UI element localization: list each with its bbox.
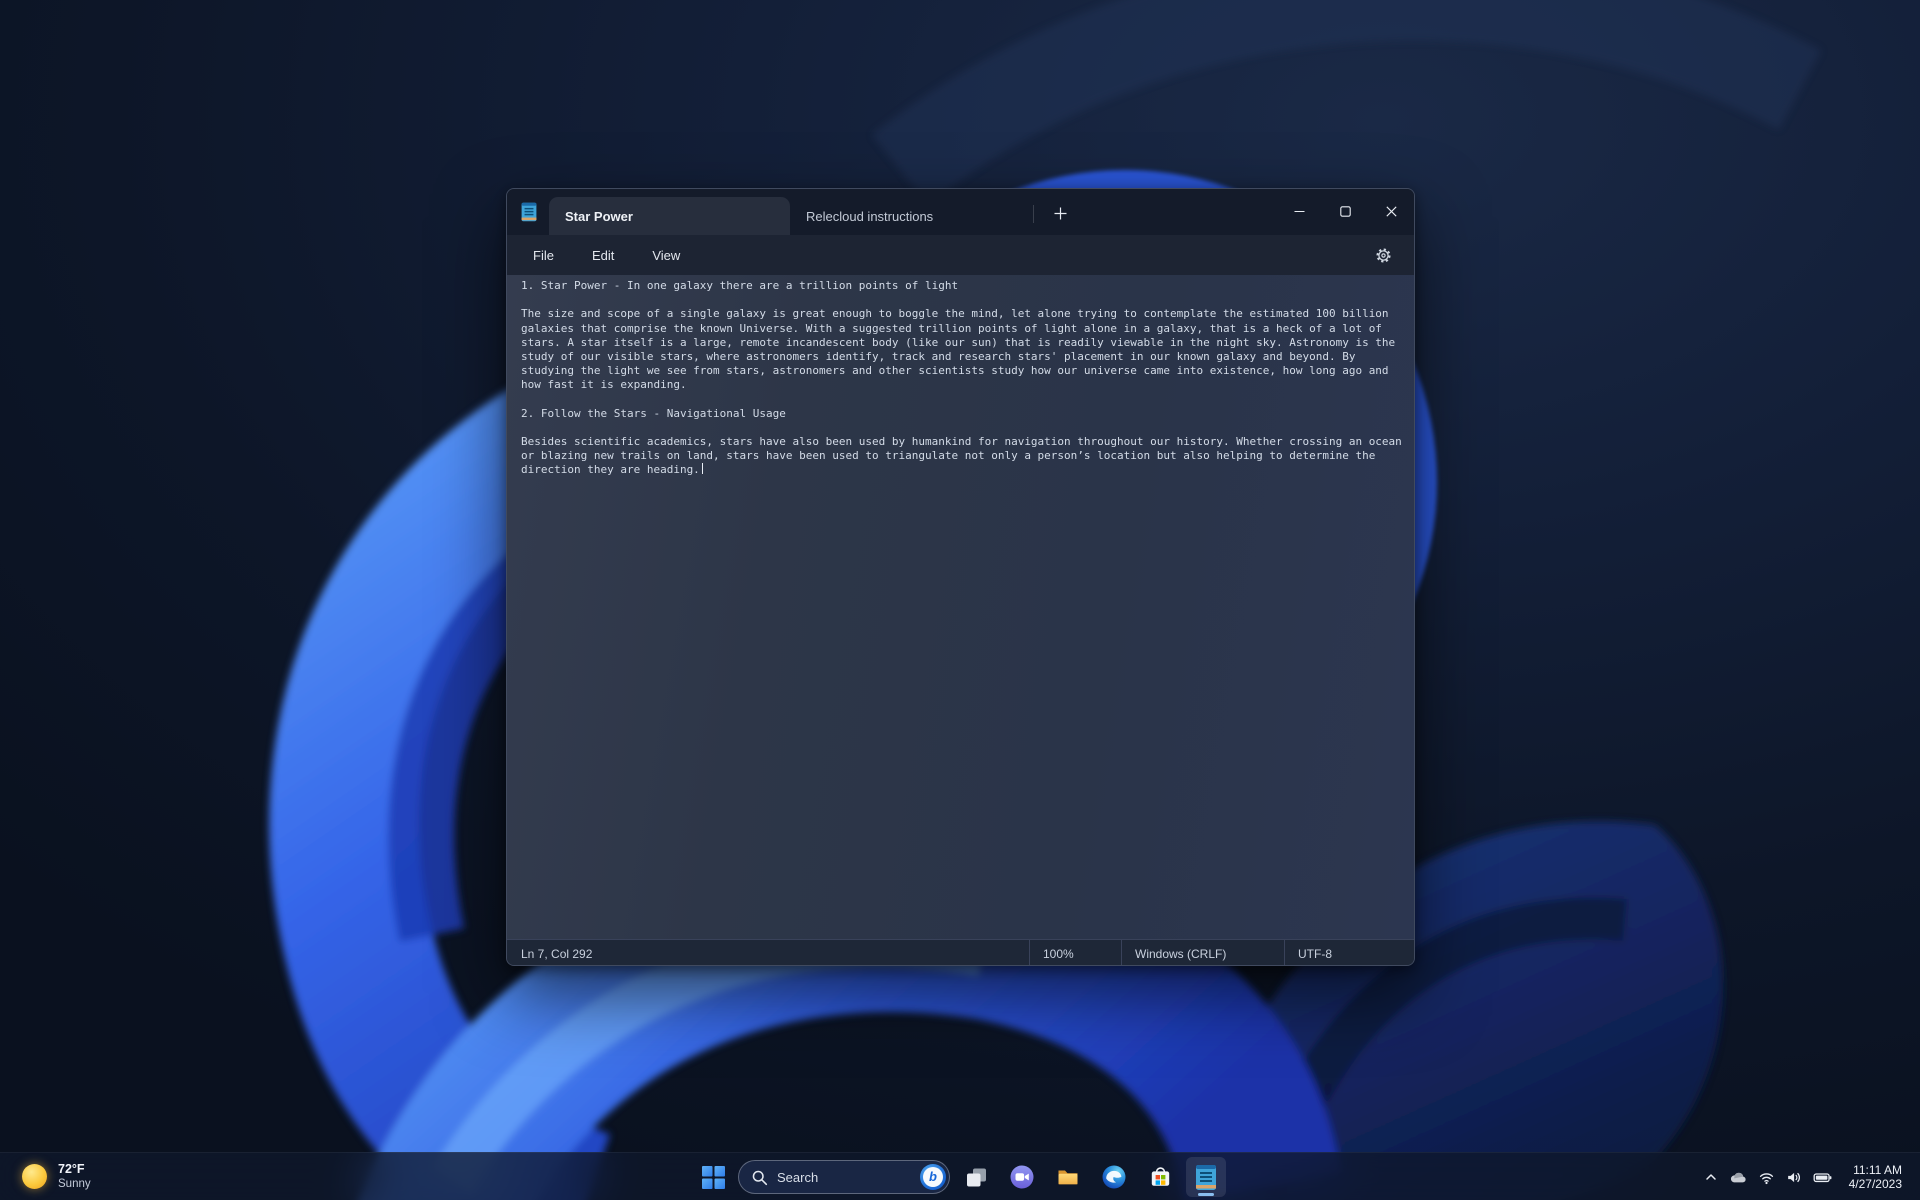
search-icon xyxy=(752,1170,768,1185)
menu-file[interactable]: File xyxy=(521,243,566,268)
onedrive-button[interactable] xyxy=(1725,1157,1753,1197)
battery-icon xyxy=(1813,1172,1832,1182)
editor-line: stars. A star itself is a large, remote … xyxy=(521,335,1396,349)
windows-start-icon xyxy=(701,1165,725,1189)
maximize-icon xyxy=(1339,205,1351,217)
edge-icon xyxy=(1102,1165,1126,1189)
editor-line: studying the light we see from stars, as… xyxy=(521,364,1389,378)
chevron-up-icon xyxy=(1705,1174,1716,1180)
tab-star-power[interactable]: Star Power xyxy=(549,197,790,235)
battery-button[interactable] xyxy=(1809,1157,1837,1197)
search-placeholder: Search xyxy=(777,1169,819,1185)
weather-condition: Sunny xyxy=(58,1177,91,1190)
window-controls xyxy=(1276,189,1414,233)
desktop: Star Power Relecloud instructions File E… xyxy=(0,0,1920,1200)
maximize-button[interactable] xyxy=(1322,189,1368,233)
titlebar: Star Power Relecloud instructions xyxy=(507,189,1414,235)
settings-button[interactable] xyxy=(1366,240,1400,270)
close-icon xyxy=(1385,205,1397,217)
bing-icon[interactable]: b xyxy=(920,1164,946,1190)
tab-label: Relecloud instructions xyxy=(806,208,934,224)
tray-chevron-button[interactable] xyxy=(1697,1157,1725,1197)
notepad-icon xyxy=(1196,1164,1216,1190)
text-caret xyxy=(701,463,704,475)
tab-label: Star Power xyxy=(565,208,633,224)
wifi-icon xyxy=(1759,1172,1774,1184)
minimize-button[interactable] xyxy=(1276,189,1322,233)
encoding[interactable]: UTF-8 xyxy=(1284,940,1414,965)
system-tray: 11:11 AM 4/27/2023 xyxy=(1697,1153,1920,1200)
weather-widget[interactable]: 72°F Sunny xyxy=(10,1152,103,1200)
wifi-button[interactable] xyxy=(1753,1157,1781,1197)
tab-relecloud-instructions[interactable]: Relecloud instructions xyxy=(790,197,1031,235)
running-indicator xyxy=(1198,1193,1214,1196)
new-tab-button[interactable] xyxy=(1044,197,1076,229)
chat-icon xyxy=(1010,1165,1034,1189)
sun-icon xyxy=(22,1163,47,1189)
text-editor[interactable]: 1. Star Power - In one galaxy there are … xyxy=(507,275,1414,939)
task-view-button[interactable] xyxy=(956,1157,996,1197)
editor-line: Besides scientific academics, stars have… xyxy=(521,435,1402,449)
taskbar-center: Search b xyxy=(694,1153,1226,1200)
plus-icon xyxy=(1054,207,1066,219)
store-button[interactable] xyxy=(1140,1157,1180,1197)
editor-line: The size and scope of a single galaxy is… xyxy=(521,307,1389,321)
editor-line: how fast it is expanding. xyxy=(521,378,687,392)
notepad-window: Star Power Relecloud instructions File E… xyxy=(506,188,1415,966)
editor-line: 1. Star Power - In one galaxy there are … xyxy=(521,279,959,292)
status-bar: Ln 7, Col 292 100% Windows (CRLF) UTF-8 xyxy=(507,939,1414,965)
editor-line: galaxies that comprise the known Univers… xyxy=(521,321,1382,335)
volume-button[interactable] xyxy=(1781,1157,1809,1197)
taskbar: Search b 11:11 AM 4/27/2023 xyxy=(0,1152,1920,1200)
edge-button[interactable] xyxy=(1094,1157,1134,1197)
editor-line: study of our visible stars, where astron… xyxy=(521,349,1356,363)
volume-icon xyxy=(1788,1172,1801,1182)
minimize-icon xyxy=(1294,210,1304,212)
folder-icon xyxy=(1058,1170,1078,1185)
file-explorer-button[interactable] xyxy=(1048,1157,1088,1197)
cursor-position: Ln 7, Col 292 xyxy=(521,946,593,961)
editor-lines: 1. Star Power - In one galaxy there are … xyxy=(521,279,1402,478)
close-button[interactable] xyxy=(1368,189,1414,233)
line-ending[interactable]: Windows (CRLF) xyxy=(1121,940,1284,965)
editor-line: 2. Follow the Stars - Navigational Usage xyxy=(521,406,786,420)
notepad-taskbar-button[interactable] xyxy=(1186,1157,1226,1197)
start-button[interactable] xyxy=(694,1157,732,1197)
onedrive-cloud-icon xyxy=(1731,1172,1746,1182)
store-icon xyxy=(1151,1166,1169,1186)
tab-divider xyxy=(1033,205,1034,223)
clock[interactable]: 11:11 AM 4/27/2023 xyxy=(1845,1159,1906,1196)
menu-view[interactable]: View xyxy=(640,243,692,268)
editor-line: direction they are heading. xyxy=(521,463,1400,477)
gear-icon xyxy=(1375,247,1391,263)
menu-bar: File Edit View xyxy=(507,235,1414,275)
weather-temperature: 72°F xyxy=(58,1161,85,1176)
tab-bar: Star Power Relecloud instructions xyxy=(549,189,1076,235)
notepad-icon xyxy=(520,202,538,222)
search-box[interactable]: Search b xyxy=(738,1160,950,1194)
clock-date: 4/27/2023 xyxy=(1848,1177,1902,1191)
task-view-icon xyxy=(966,1168,986,1186)
editor-line: or blazing new trails on land, stars hav… xyxy=(521,449,1376,463)
chat-button[interactable] xyxy=(1002,1157,1042,1197)
menu-edit[interactable]: Edit xyxy=(580,243,626,268)
zoom-level[interactable]: 100% xyxy=(1029,940,1121,965)
clock-time: 11:11 AM xyxy=(1853,1162,1902,1177)
